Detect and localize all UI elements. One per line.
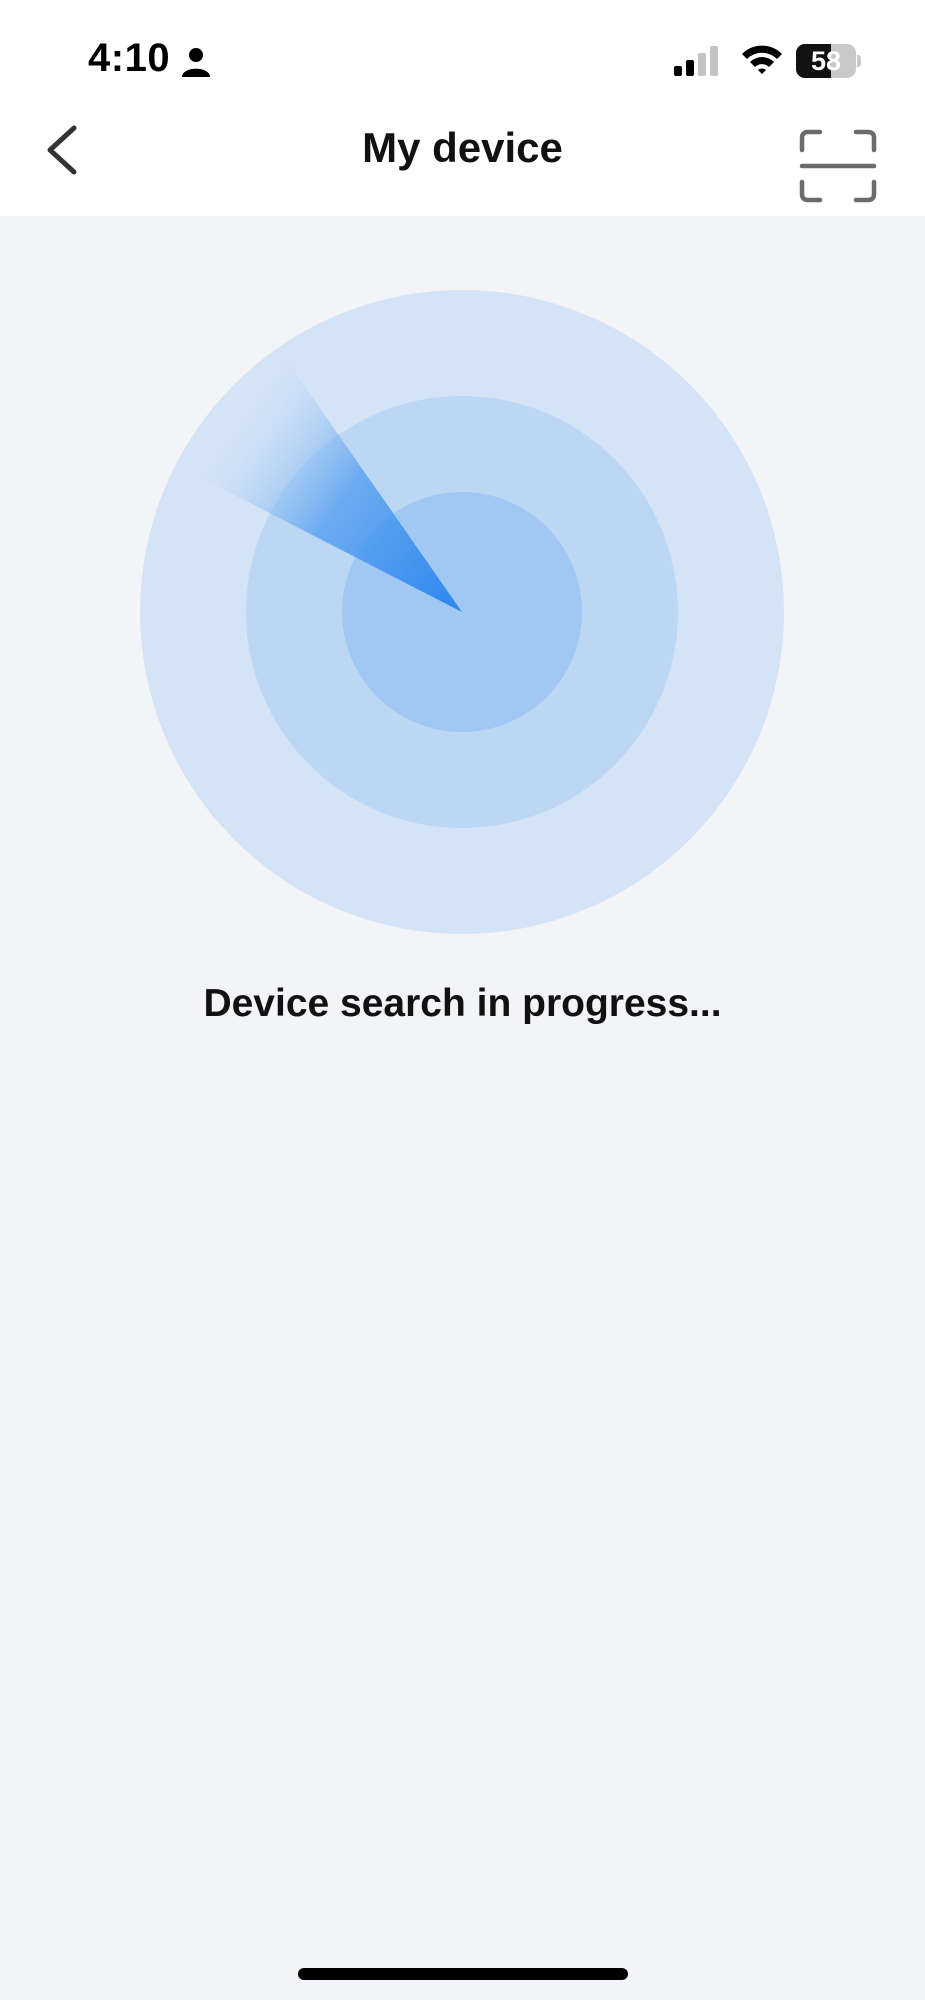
battery-cap bbox=[857, 55, 861, 67]
battery-indicator: 58 bbox=[796, 44, 862, 78]
status-time: 4:10 bbox=[88, 36, 171, 80]
person-icon bbox=[182, 48, 210, 77]
search-status-text: Device search in progress... bbox=[203, 982, 722, 1025]
scan-button[interactable] bbox=[798, 128, 878, 204]
battery-level: 58 bbox=[810, 46, 842, 76]
battery-body: 58 bbox=[796, 44, 856, 78]
scan-frame-icon bbox=[799, 129, 877, 203]
home-indicator bbox=[298, 1968, 628, 1980]
radar-animation bbox=[140, 290, 784, 934]
page-title: My device bbox=[362, 124, 563, 171]
top-bar: 4:10 58 My device bbox=[0, 0, 925, 216]
cellular-signal-icon bbox=[674, 46, 718, 76]
wifi-icon bbox=[742, 45, 782, 74]
